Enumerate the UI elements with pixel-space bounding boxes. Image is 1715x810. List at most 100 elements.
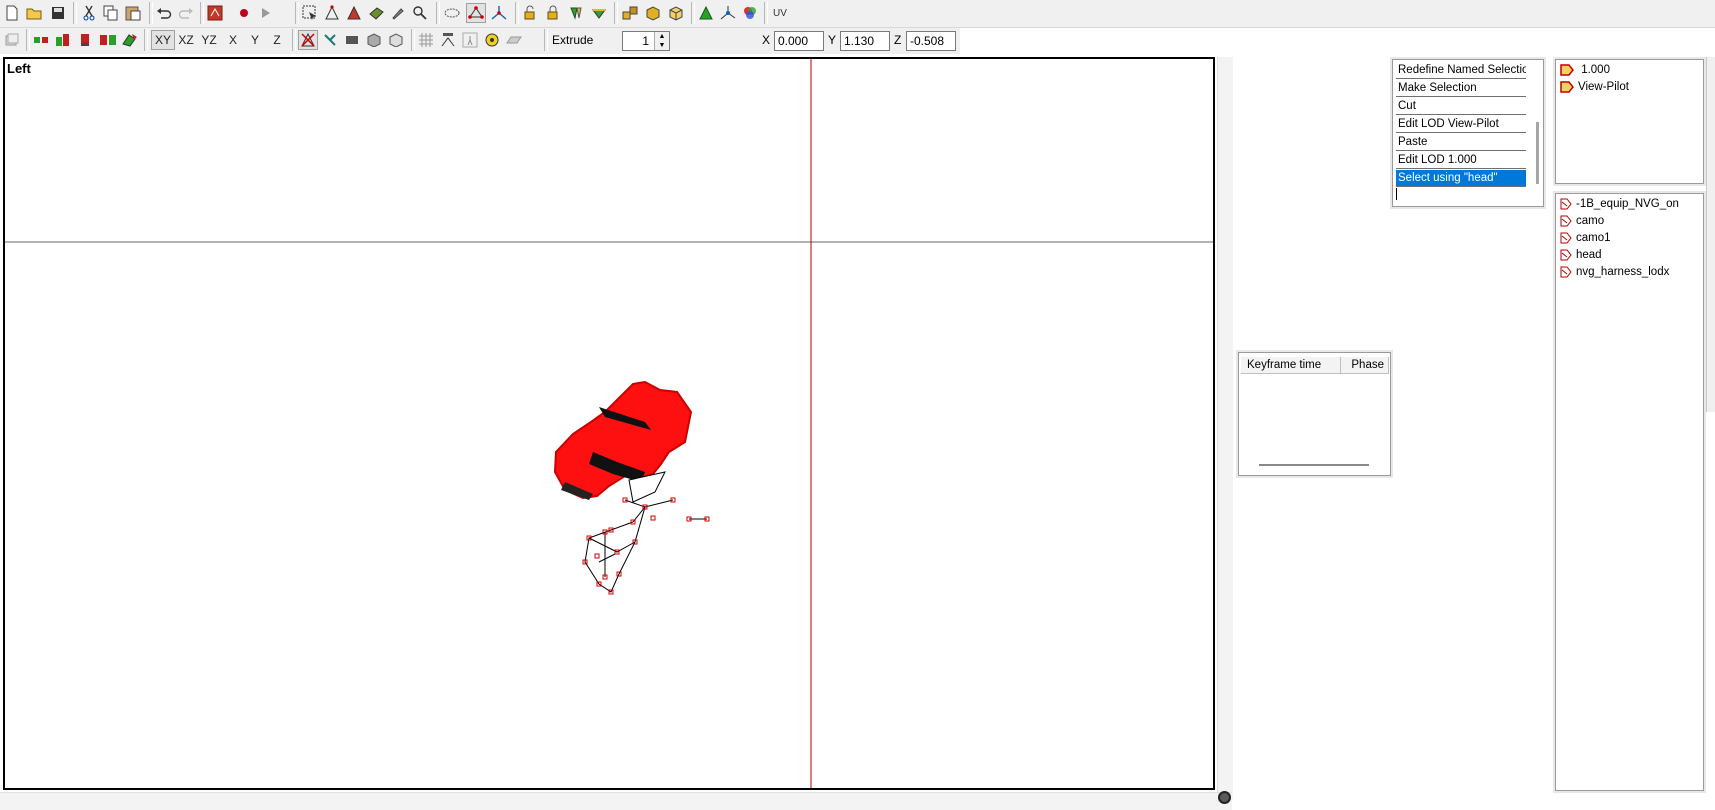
paste-icon[interactable] xyxy=(123,3,143,23)
select-vertex-icon[interactable] xyxy=(322,3,342,23)
box-wire-icon[interactable] xyxy=(386,30,406,50)
history-item[interactable]: Make Selection xyxy=(1396,80,1526,97)
view-yz-button[interactable]: YZ xyxy=(197,30,221,50)
keyframe-scrollbar[interactable] xyxy=(1259,464,1369,466)
extrude-stepper[interactable]: ▲ ▼ xyxy=(654,32,669,50)
axis-y-button[interactable]: Y xyxy=(244,30,266,50)
grid-icon[interactable] xyxy=(416,30,436,50)
pivot-icon[interactable] xyxy=(718,3,738,23)
new-file-icon[interactable] xyxy=(2,3,22,23)
flag-icon[interactable] xyxy=(75,30,95,50)
brush-icon[interactable] xyxy=(388,3,408,23)
split-object-icon[interactable] xyxy=(98,30,118,50)
green-red-split-icon[interactable] xyxy=(31,30,51,50)
history-scrollbar[interactable] xyxy=(1536,122,1539,184)
move-points-icon[interactable] xyxy=(466,3,486,23)
selection-icon xyxy=(1560,266,1572,278)
triangle-green-icon[interactable] xyxy=(696,3,716,23)
snap-icon[interactable] xyxy=(438,30,458,50)
undo-icon[interactable] xyxy=(154,3,174,23)
weld-icon[interactable] xyxy=(320,30,340,50)
layer-icon[interactable] xyxy=(2,30,22,50)
selection-item[interactable]: -1B_equip_NVG_on xyxy=(1559,196,1679,213)
play-icon[interactable] xyxy=(256,3,276,23)
history-item[interactable]: Edit LOD View-Pilot xyxy=(1396,116,1526,133)
main-toolbar: UV xyxy=(0,0,1715,28)
viewport-horizontal-scrollbar[interactable] xyxy=(0,792,1232,810)
view-xz-button[interactable]: XZ xyxy=(174,30,198,50)
lod-panel: 1.000 View-Pilot xyxy=(1555,59,1704,184)
coord-z-label: Z xyxy=(894,33,902,47)
selection-icon xyxy=(1560,249,1572,261)
history-item[interactable]: Paste xyxy=(1396,134,1526,151)
phase-header[interactable]: Phase xyxy=(1341,357,1389,374)
selection-item[interactable]: camo1 xyxy=(1559,230,1611,247)
view-xy-button[interactable]: XY xyxy=(151,30,175,50)
model-vertices xyxy=(582,497,710,595)
selection-item[interactable]: head xyxy=(1559,247,1602,264)
resize-knob-icon[interactable] xyxy=(1218,791,1231,804)
right-panel-scrollbar[interactable] xyxy=(1706,57,1715,412)
transform-axes-icon[interactable] xyxy=(489,3,509,23)
redo-icon[interactable] xyxy=(176,3,196,23)
axis-z-button[interactable]: Z xyxy=(266,30,288,50)
select-object-icon[interactable] xyxy=(366,3,386,23)
texture-icon[interactable] xyxy=(342,30,362,50)
axis-x-button[interactable]: X xyxy=(222,30,244,50)
keyframe-panel: Keyframe time Phase xyxy=(1238,352,1391,476)
cut-icon[interactable] xyxy=(79,3,99,23)
walk-icon[interactable] xyxy=(460,30,480,50)
history-item[interactable]: Edit LOD 1.000 xyxy=(1396,152,1526,169)
lod-icon xyxy=(1560,81,1574,93)
selection-icon xyxy=(1560,198,1572,210)
lock-open-icon[interactable] xyxy=(520,3,540,23)
cube-outline-icon[interactable] xyxy=(666,3,686,23)
history-item-selected[interactable]: Select using "head" xyxy=(1396,170,1526,187)
box-gray-icon[interactable] xyxy=(364,30,384,50)
viewport-canvas[interactable] xyxy=(5,59,1213,788)
light-icon[interactable] xyxy=(482,30,502,50)
selection-item[interactable]: nvg_harness_lodx xyxy=(1559,264,1669,281)
model-head-red-mass xyxy=(553,380,693,500)
record-icon[interactable] xyxy=(234,3,254,23)
coord-x-label: X xyxy=(762,33,771,47)
copy-icon[interactable] xyxy=(101,3,121,23)
viewport-left[interactable]: Left xyxy=(3,57,1215,790)
selection-item[interactable]: camo xyxy=(1559,213,1604,230)
merge-objects-icon[interactable] xyxy=(120,30,140,50)
history-panel: Redefine Named Selection Make Selection … xyxy=(1392,59,1544,207)
lod-item[interactable]: View-Pilot xyxy=(1559,79,1629,96)
select-box-icon[interactable] xyxy=(300,3,320,23)
lod-item[interactable]: 1.000 xyxy=(1559,62,1610,79)
selection-icon xyxy=(1560,215,1572,227)
cube-icon[interactable] xyxy=(643,3,663,23)
named-selections-panel: -1B_equip_NVG_on camo camo1 head nvg_har… xyxy=(1555,193,1704,791)
viewport-vertical-scrollbar[interactable] xyxy=(1217,57,1233,799)
coord-x-input[interactable]: 0.000 xyxy=(774,31,824,51)
history-cursor xyxy=(1396,188,1397,200)
select-face-icon[interactable] xyxy=(344,3,364,23)
cubes-icon[interactable] xyxy=(620,3,640,23)
lock-closed-icon[interactable] xyxy=(543,3,563,23)
open-folder-icon[interactable] xyxy=(25,3,45,23)
selected-model xyxy=(553,380,710,595)
uv-editor-button[interactable]: UV xyxy=(768,3,792,23)
history-item[interactable]: Cut xyxy=(1396,98,1526,115)
color-wheel-icon[interactable] xyxy=(740,3,760,23)
coord-z-input[interactable]: -0.508 xyxy=(906,31,956,51)
split-green-icon[interactable] xyxy=(566,3,586,23)
script-icon[interactable] xyxy=(205,3,225,23)
bar-chart-icon[interactable] xyxy=(53,30,73,50)
history-item[interactable]: Redefine Named Selection xyxy=(1396,62,1526,79)
coord-y-input[interactable]: 1.130 xyxy=(840,31,890,51)
zoom-icon[interactable] xyxy=(410,3,430,23)
save-icon[interactable] xyxy=(48,3,68,23)
merge-icon[interactable] xyxy=(589,3,609,23)
lasso-icon[interactable] xyxy=(442,3,462,23)
selection-icon xyxy=(1560,232,1572,244)
coord-y-label: Y xyxy=(828,33,837,47)
no-selection-icon[interactable] xyxy=(298,30,318,50)
lod-icon xyxy=(1560,64,1574,76)
surface-icon[interactable] xyxy=(504,30,524,50)
keyframe-time-header[interactable]: Keyframe time xyxy=(1241,357,1341,374)
